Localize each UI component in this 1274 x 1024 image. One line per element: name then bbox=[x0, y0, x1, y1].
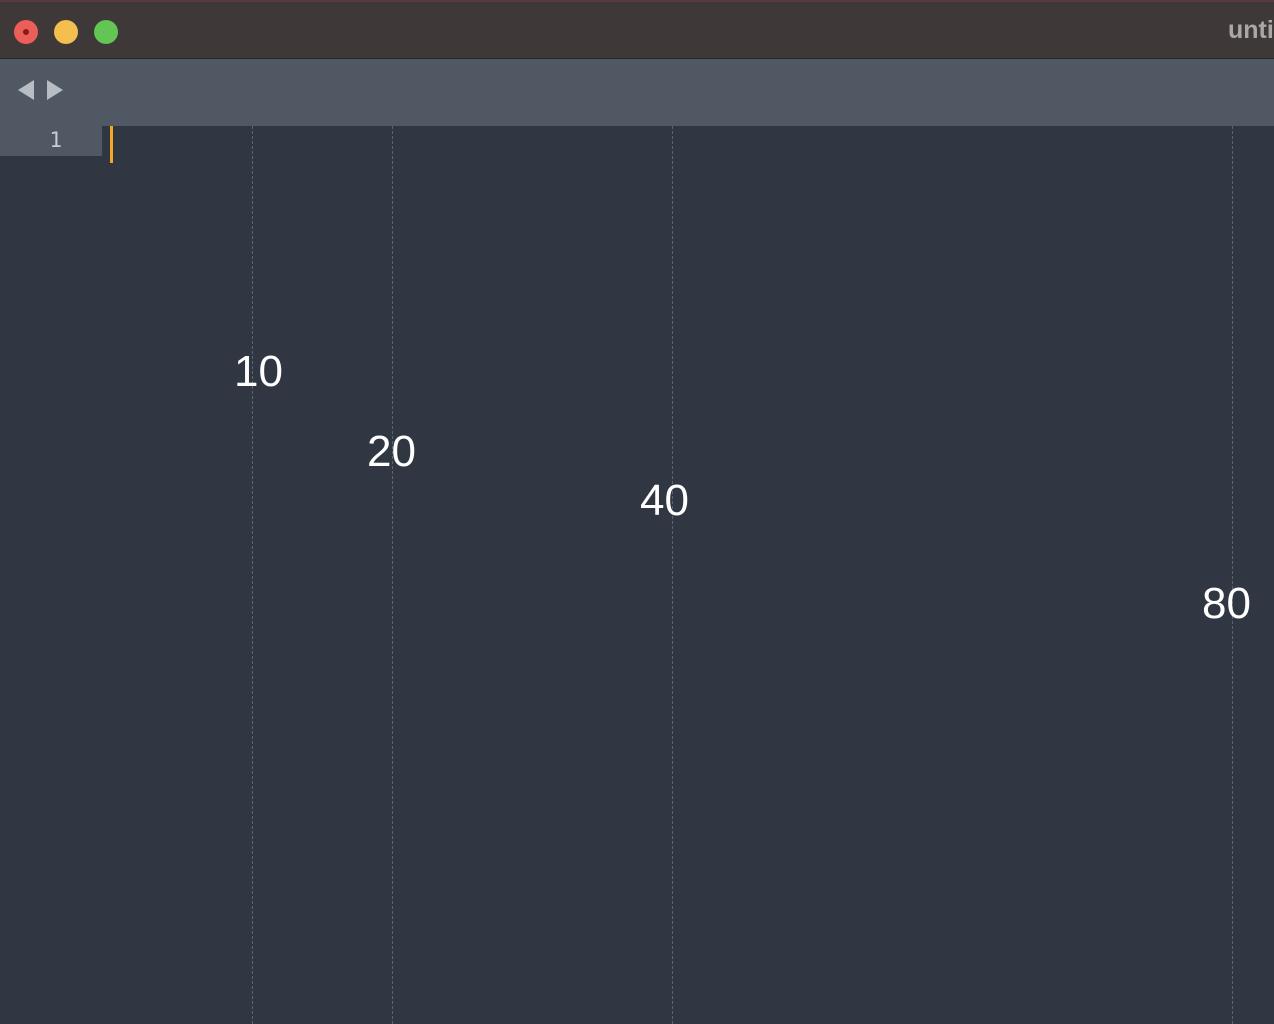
column-ruler-40 bbox=[672, 126, 673, 1024]
ruler-label-10: 10 bbox=[234, 347, 283, 396]
triangle-left-icon[interactable] bbox=[18, 80, 34, 100]
title-bar[interactable]: unti bbox=[0, 0, 1274, 59]
column-ruler-80 bbox=[1232, 126, 1233, 1024]
gutter-active-line: 1 bbox=[0, 126, 102, 156]
ruler-label-80: 80 bbox=[1202, 579, 1251, 628]
text-editor-area[interactable]: 1 10 20 40 80 bbox=[0, 126, 1274, 1024]
ruler-label-20: 20 bbox=[367, 427, 416, 476]
triangle-right-icon[interactable] bbox=[47, 80, 63, 100]
tab-bar bbox=[0, 59, 1274, 126]
minimize-icon[interactable] bbox=[54, 20, 78, 44]
ruler-label-40: 40 bbox=[640, 476, 689, 525]
window-title: unti bbox=[1228, 16, 1274, 44]
text-caret bbox=[110, 126, 113, 163]
column-ruler-10 bbox=[252, 126, 253, 1024]
column-ruler-20 bbox=[392, 126, 393, 1024]
close-icon[interactable] bbox=[14, 20, 38, 44]
line-number: 1 bbox=[49, 128, 62, 152]
zoom-icon[interactable] bbox=[94, 20, 118, 44]
editor-window: unti 1 10 20 40 80 bbox=[0, 0, 1274, 1024]
